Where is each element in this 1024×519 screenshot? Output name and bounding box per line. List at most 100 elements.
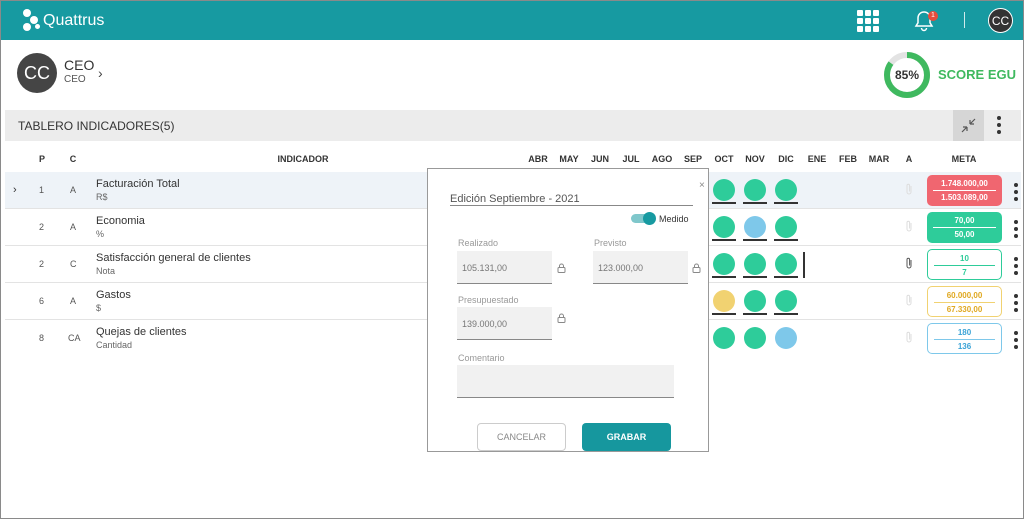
row-c: C — [70, 259, 77, 269]
edit-dialog: × Edición Septiembre - 2021 Medido Reali… — [427, 168, 709, 452]
previsto-field[interactable]: 123.000,00 — [593, 251, 688, 284]
status-dot-green[interactable] — [744, 179, 766, 201]
status-dot-blue[interactable] — [775, 327, 797, 349]
lock-icon — [557, 263, 566, 273]
col-p: P — [38, 154, 45, 164]
status-dot-green[interactable] — [744, 253, 766, 275]
realizado-label: Realizado — [458, 238, 499, 248]
underline-marker — [743, 313, 767, 315]
meta-badge[interactable]: 180 136 — [927, 323, 1002, 354]
realizado-field[interactable]: 105.131,00 — [457, 251, 552, 284]
col-month: JUL — [622, 154, 640, 164]
profile-avatar[interactable]: CC — [17, 53, 57, 93]
medido-toggle[interactable] — [631, 212, 656, 225]
meta-divider — [934, 265, 995, 266]
paperclip-icon[interactable] — [905, 257, 913, 269]
underline-marker — [712, 276, 736, 278]
meta-divider — [934, 339, 995, 340]
status-dot-green[interactable] — [775, 290, 797, 312]
underline-marker — [743, 202, 767, 204]
dashboard-title: TABLERO INDICADORES(5) — [18, 119, 175, 133]
score-label: SCORE EGU — [938, 67, 1017, 82]
row-menu-icon[interactable] — [1014, 220, 1018, 238]
row-menu-icon[interactable] — [1014, 257, 1018, 275]
status-dot-green[interactable] — [775, 253, 797, 275]
chevron-right-icon[interactable]: › — [98, 65, 103, 81]
cursor-marker — [803, 252, 805, 278]
meta-badge[interactable]: 10 7 — [927, 249, 1002, 280]
cancel-button[interactable]: CANCELAR — [477, 423, 566, 451]
col-month: MAR — [868, 154, 890, 164]
row-menu-icon[interactable] — [1014, 294, 1018, 312]
status-dot-green[interactable] — [713, 253, 735, 275]
presupuestado-field[interactable]: 139.000,00 — [457, 307, 552, 340]
meta-badge[interactable]: 1.748.000,00 1.503.089,00 — [927, 175, 1002, 206]
row-p: 2 — [39, 259, 45, 269]
comentario-label: Comentario — [458, 353, 505, 363]
col-month: JUN — [590, 154, 609, 164]
indicator-unit: Cantidad — [96, 340, 133, 350]
meta-target: 70,00 — [954, 216, 975, 225]
meta-target: 180 — [957, 328, 972, 337]
meta-badge[interactable]: 60.000,00 67.330,00 — [927, 286, 1002, 317]
status-dot-yellow[interactable] — [713, 290, 735, 312]
indicator-name[interactable]: Facturación Total — [96, 178, 180, 190]
meta-actual: 50,00 — [954, 230, 975, 239]
collapse-icon — [961, 118, 976, 133]
paperclip-icon[interactable] — [905, 331, 913, 343]
underline-marker — [774, 313, 798, 315]
comentario-field[interactable] — [457, 365, 674, 398]
row-menu-icon[interactable] — [1014, 183, 1018, 201]
status-dot-green[interactable] — [713, 179, 735, 201]
apps-grid-icon[interactable] — [857, 10, 879, 32]
row-c: A — [70, 296, 77, 306]
paperclip-icon[interactable] — [905, 220, 913, 232]
col-indicador: INDICADOR — [277, 154, 329, 164]
row-p: 1 — [39, 185, 45, 195]
underline-marker — [774, 202, 798, 204]
dashboard-bar: TABLERO INDICADORES(5) — [5, 110, 1021, 141]
status-dot-green[interactable] — [744, 327, 766, 349]
collapse-button[interactable] — [953, 110, 984, 141]
indicator-name[interactable]: Satisfacción general de clientes — [96, 252, 251, 264]
indicator-unit: R$ — [96, 192, 108, 202]
underline-marker — [712, 313, 736, 315]
profile-role: CEO — [64, 57, 95, 73]
underline-marker — [712, 239, 736, 241]
paperclip-icon[interactable] — [905, 183, 913, 195]
col-month: AGO — [651, 154, 673, 164]
underline-marker — [774, 276, 798, 278]
indicator-name[interactable]: Economia — [96, 215, 145, 227]
status-dot-green[interactable] — [775, 179, 797, 201]
indicator-name[interactable]: Gastos — [96, 289, 131, 301]
lock-icon — [692, 263, 701, 273]
status-dot-green[interactable] — [713, 327, 735, 349]
row-c: A — [70, 222, 77, 232]
meta-badge[interactable]: 70,00 50,00 — [927, 212, 1002, 243]
quattrus-logo-icon[interactable] — [23, 9, 41, 31]
row-menu-icon[interactable] — [1014, 331, 1018, 349]
save-button[interactable]: GRABAR — [582, 423, 671, 451]
col-a: A — [905, 154, 913, 164]
underline-marker — [712, 202, 736, 204]
meta-actual: 1.503.089,00 — [941, 193, 988, 202]
brand-name: Quattrus — [43, 12, 105, 29]
paperclip-icon[interactable] — [905, 294, 913, 306]
close-icon[interactable]: × — [699, 180, 705, 191]
status-dot-blue[interactable] — [744, 216, 766, 238]
status-dot-green[interactable] — [713, 216, 735, 238]
dialog-title: Edición Septiembre - 2021 — [450, 193, 580, 205]
underline-marker — [743, 276, 767, 278]
col-month: DIC — [778, 154, 794, 164]
profile-role-sub: CEO — [64, 74, 86, 85]
row-p: 8 — [39, 333, 45, 343]
dashboard-menu-icon[interactable] — [997, 116, 1001, 134]
indicator-name[interactable]: Quejas de clientes — [96, 326, 187, 338]
score-percent: 85% — [894, 68, 920, 82]
meta-actual: 67.330,00 — [946, 305, 983, 314]
status-dot-green[interactable] — [744, 290, 766, 312]
user-avatar[interactable]: CC — [988, 8, 1013, 33]
meta-target: 10 — [960, 254, 969, 263]
status-dot-green[interactable] — [775, 216, 797, 238]
expand-chevron-icon[interactable]: › — [13, 184, 17, 196]
